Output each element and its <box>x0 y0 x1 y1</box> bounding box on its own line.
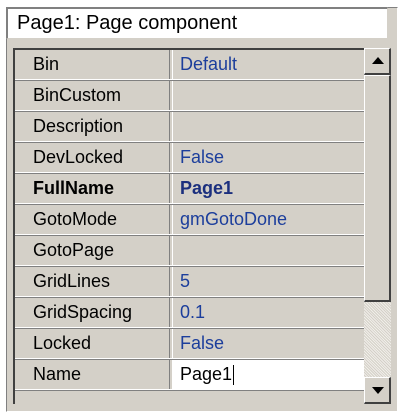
property-name: Locked <box>15 329 170 359</box>
property-value[interactable]: False <box>172 143 364 173</box>
property-name: BinCustom <box>15 81 170 111</box>
property-row-gotopage[interactable]: GotoPage <box>15 236 364 267</box>
text-caret <box>233 365 235 386</box>
property-row-gotomode[interactable]: GotoMode gmGotoDone <box>15 205 364 236</box>
property-name: GridLines <box>15 267 170 297</box>
property-row-gridspacing[interactable]: GridSpacing 0.1 <box>15 298 364 329</box>
property-value[interactable]: 5 <box>172 267 364 297</box>
property-row-fullname[interactable]: FullName Page1 <box>15 174 364 205</box>
property-row-bincustom[interactable]: BinCustom <box>15 81 364 112</box>
property-value[interactable]: Page1 <box>172 174 364 204</box>
property-name: DevLocked <box>15 143 170 173</box>
property-row-name[interactable]: Name Page1 <box>15 360 364 391</box>
property-value-input-text[interactable]: Page1 <box>180 364 232 384</box>
property-value[interactable] <box>172 236 364 266</box>
scroll-thumb[interactable] <box>364 75 391 302</box>
scroll-down-button[interactable] <box>364 377 391 404</box>
component-title: Page1: Page component <box>6 7 388 39</box>
arrow-down-icon <box>372 387 384 394</box>
scroll-up-button[interactable] <box>364 48 391 75</box>
property-name: Description <box>15 112 170 142</box>
property-value[interactable] <box>172 112 364 142</box>
property-name: GotoPage <box>15 236 170 266</box>
property-row-devlocked[interactable]: DevLocked False <box>15 143 364 174</box>
property-name: FullName <box>15 174 170 204</box>
property-value[interactable]: gmGotoDone <box>172 205 364 235</box>
property-row-locked[interactable]: Locked False <box>15 329 364 360</box>
property-value[interactable] <box>172 81 364 111</box>
property-value[interactable]: Default <box>172 50 364 80</box>
property-row-bin[interactable]: Bin Default <box>15 50 364 81</box>
vertical-scrollbar[interactable] <box>364 48 391 404</box>
property-name: Name <box>15 360 170 390</box>
property-row-description[interactable]: Description <box>15 112 364 143</box>
property-name: Bin <box>15 50 170 80</box>
property-name: GotoMode <box>15 205 170 235</box>
arrow-up-icon <box>372 57 384 64</box>
property-row-gridlines[interactable]: GridLines 5 <box>15 267 364 298</box>
property-value-editor[interactable]: Page1 <box>172 360 364 390</box>
property-name: GridSpacing <box>15 298 170 328</box>
property-value[interactable]: False <box>172 329 364 359</box>
property-value[interactable]: 0.1 <box>172 298 364 328</box>
property-grid: Bin Default BinCustom Description DevLoc… <box>13 48 364 404</box>
